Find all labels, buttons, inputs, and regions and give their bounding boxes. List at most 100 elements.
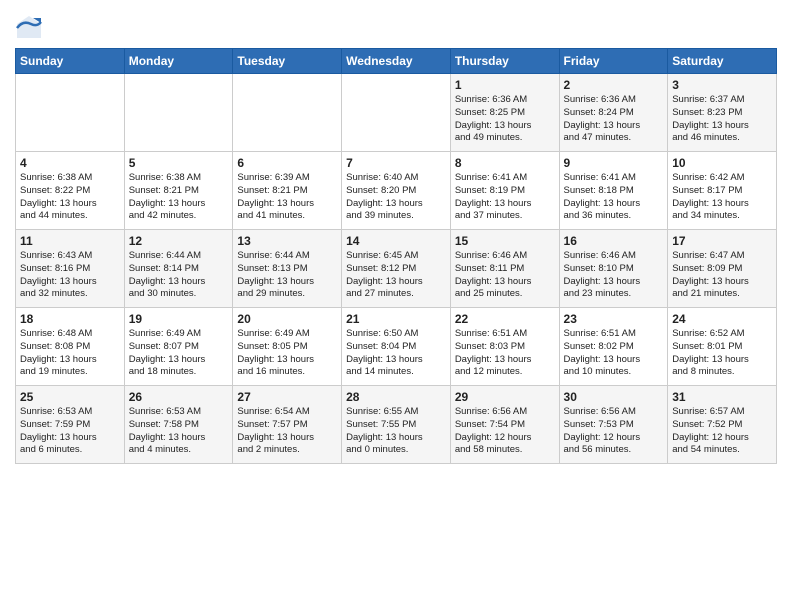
day-info: Sunrise: 6:46 AM Sunset: 8:10 PM Dayligh… (564, 250, 664, 301)
col-header-wednesday: Wednesday (342, 49, 451, 74)
day-cell: 20Sunrise: 6:49 AM Sunset: 8:05 PM Dayli… (233, 308, 342, 386)
day-cell: 29 Sunrise: 6:56 AM Sunset: 7:54 PM Dayli… (450, 386, 559, 464)
day-info: Sunrise: 6:38 AM Sunset: 8:22 PM Dayligh… (20, 172, 120, 223)
logo (15, 14, 45, 42)
col-header-monday: Monday (124, 49, 233, 74)
day-info: Sunrise: 6:42 AM Sunset: 8:17 PM Dayligh… (672, 172, 772, 223)
day-info: Sunrise: 6:45 AM Sunset: 8:12 PM Dayligh… (346, 250, 446, 301)
week-row-1: 1Sunrise: 6:36 AM Sunset: 8:25 PM Daylig… (16, 74, 777, 152)
day-cell: 27 Sunrise: 6:54 AM Sunset: 7:57 PM Dayli… (233, 386, 342, 464)
day-info: Sunrise: 6:57 AM Sunset: 7:52 PM Dayligh… (672, 406, 772, 457)
day-info: Sunrise: 6:48 AM Sunset: 8:08 PM Dayligh… (20, 328, 120, 379)
col-header-tuesday: Tuesday (233, 49, 342, 74)
day-number: 10 (672, 156, 772, 170)
day-number: 12 (129, 234, 229, 248)
day-info: Sunrise: 6:39 AM Sunset: 8:21 PM Dayligh… (237, 172, 337, 223)
week-row-4: 18 Sunrise: 6:48 AM Sunset: 8:08 PM Dayli… (16, 308, 777, 386)
day-number: 27 (237, 390, 337, 404)
day-cell: 19 Sunrise: 6:49 AM Sunset: 8:07 PM Dayli… (124, 308, 233, 386)
day-info: Sunrise: 6:47 AM Sunset: 8:09 PM Dayligh… (672, 250, 772, 301)
day-cell: 17 Sunrise: 6:47 AM Sunset: 8:09 PM Dayli… (668, 230, 777, 308)
day-number: 4 (20, 156, 120, 170)
day-info: Sunrise: 6:51 AM Sunset: 8:03 PM Dayligh… (455, 328, 555, 379)
day-cell: 25 Sunrise: 6:53 AM Sunset: 7:59 PM Dayli… (16, 386, 125, 464)
day-cell: 18 Sunrise: 6:48 AM Sunset: 8:08 PM Dayli… (16, 308, 125, 386)
day-info: Sunrise: 6:52 AM Sunset: 8:01 PM Dayligh… (672, 328, 772, 379)
day-number: 31 (672, 390, 772, 404)
day-cell: 6 Sunrise: 6:39 AM Sunset: 8:21 PM Daylig… (233, 152, 342, 230)
day-number: 19 (129, 312, 229, 326)
day-cell: 8 Sunrise: 6:41 AM Sunset: 8:19 PM Daylig… (450, 152, 559, 230)
col-header-thursday: Thursday (450, 49, 559, 74)
day-info: Sunrise: 6:41 AM Sunset: 8:18 PM Dayligh… (564, 172, 664, 223)
day-info: Sunrise: 6:56 AM Sunset: 7:54 PM Dayligh… (455, 406, 555, 457)
day-cell: 14 Sunrise: 6:45 AM Sunset: 8:12 PM Dayli… (342, 230, 451, 308)
day-number: 25 (20, 390, 120, 404)
week-row-3: 11 Sunrise: 6:43 AM Sunset: 8:16 PM Dayli… (16, 230, 777, 308)
day-info: Sunrise: 6:43 AM Sunset: 8:16 PM Dayligh… (20, 250, 120, 301)
day-info: Sunrise: 6:50 AM Sunset: 8:04 PM Dayligh… (346, 328, 446, 379)
day-cell: 11 Sunrise: 6:43 AM Sunset: 8:16 PM Dayli… (16, 230, 125, 308)
day-cell: 10 Sunrise: 6:42 AM Sunset: 8:17 PM Dayli… (668, 152, 777, 230)
day-info: Sunrise: 6:41 AM Sunset: 8:19 PM Dayligh… (455, 172, 555, 223)
day-cell: 31 Sunrise: 6:57 AM Sunset: 7:52 PM Dayli… (668, 386, 777, 464)
day-cell: 22 Sunrise: 6:51 AM Sunset: 8:03 PM Dayli… (450, 308, 559, 386)
day-number: 5 (129, 156, 229, 170)
day-cell: 9Sunrise: 6:41 AM Sunset: 8:18 PM Daylig… (559, 152, 668, 230)
day-number: 8 (455, 156, 555, 170)
day-cell: 28 Sunrise: 6:55 AM Sunset: 7:55 PM Dayli… (342, 386, 451, 464)
day-number: 1 (455, 78, 555, 92)
day-cell: 1Sunrise: 6:36 AM Sunset: 8:25 PM Daylig… (450, 74, 559, 152)
day-cell (16, 74, 125, 152)
day-number: 3 (672, 78, 772, 92)
day-info: Sunrise: 6:54 AM Sunset: 7:57 PM Dayligh… (237, 406, 337, 457)
day-number: 23 (564, 312, 664, 326)
day-number: 21 (346, 312, 446, 326)
day-number: 26 (129, 390, 229, 404)
day-cell: 12 Sunrise: 6:44 AM Sunset: 8:14 PM Dayli… (124, 230, 233, 308)
day-info: Sunrise: 6:55 AM Sunset: 7:55 PM Dayligh… (346, 406, 446, 457)
header-row: SundayMondayTuesdayWednesdayThursdayFrid… (16, 49, 777, 74)
week-row-5: 25 Sunrise: 6:53 AM Sunset: 7:59 PM Dayli… (16, 386, 777, 464)
day-cell: 13Sunrise: 6:44 AM Sunset: 8:13 PM Dayli… (233, 230, 342, 308)
col-header-sunday: Sunday (16, 49, 125, 74)
day-info: Sunrise: 6:38 AM Sunset: 8:21 PM Dayligh… (129, 172, 229, 223)
day-number: 24 (672, 312, 772, 326)
day-number: 18 (20, 312, 120, 326)
day-cell: 15 Sunrise: 6:46 AM Sunset: 8:11 PM Dayli… (450, 230, 559, 308)
day-info: Sunrise: 6:36 AM Sunset: 8:24 PM Dayligh… (564, 94, 664, 145)
day-cell: 30 Sunrise: 6:56 AM Sunset: 7:53 PM Dayli… (559, 386, 668, 464)
day-number: 15 (455, 234, 555, 248)
day-number: 6 (237, 156, 337, 170)
day-number: 14 (346, 234, 446, 248)
day-number: 29 (455, 390, 555, 404)
day-info: Sunrise: 6:46 AM Sunset: 8:11 PM Dayligh… (455, 250, 555, 301)
day-cell: 4 Sunrise: 6:38 AM Sunset: 8:22 PM Daylig… (16, 152, 125, 230)
day-number: 13 (237, 234, 337, 248)
day-info: Sunrise: 6:40 AM Sunset: 8:20 PM Dayligh… (346, 172, 446, 223)
day-number: 22 (455, 312, 555, 326)
page-container: SundayMondayTuesdayWednesdayThursdayFrid… (0, 0, 792, 469)
day-info: Sunrise: 6:53 AM Sunset: 7:59 PM Dayligh… (20, 406, 120, 457)
day-cell (233, 74, 342, 152)
day-number: 11 (20, 234, 120, 248)
day-cell: 3 Sunrise: 6:37 AM Sunset: 8:23 PM Daylig… (668, 74, 777, 152)
day-number: 30 (564, 390, 664, 404)
day-cell: 26 Sunrise: 6:53 AM Sunset: 7:58 PM Dayli… (124, 386, 233, 464)
calendar-table: SundayMondayTuesdayWednesdayThursdayFrid… (15, 48, 777, 464)
day-info: Sunrise: 6:44 AM Sunset: 8:14 PM Dayligh… (129, 250, 229, 301)
day-cell (124, 74, 233, 152)
day-info: Sunrise: 6:37 AM Sunset: 8:23 PM Dayligh… (672, 94, 772, 145)
day-info: Sunrise: 6:49 AM Sunset: 8:07 PM Dayligh… (129, 328, 229, 379)
day-number: 28 (346, 390, 446, 404)
col-header-saturday: Saturday (668, 49, 777, 74)
day-number: 2 (564, 78, 664, 92)
logo-icon (15, 14, 43, 42)
day-info: Sunrise: 6:56 AM Sunset: 7:53 PM Dayligh… (564, 406, 664, 457)
day-cell: 23Sunrise: 6:51 AM Sunset: 8:02 PM Dayli… (559, 308, 668, 386)
col-header-friday: Friday (559, 49, 668, 74)
day-info: Sunrise: 6:53 AM Sunset: 7:58 PM Dayligh… (129, 406, 229, 457)
day-cell (342, 74, 451, 152)
day-cell: 21 Sunrise: 6:50 AM Sunset: 8:04 PM Dayli… (342, 308, 451, 386)
day-number: 17 (672, 234, 772, 248)
